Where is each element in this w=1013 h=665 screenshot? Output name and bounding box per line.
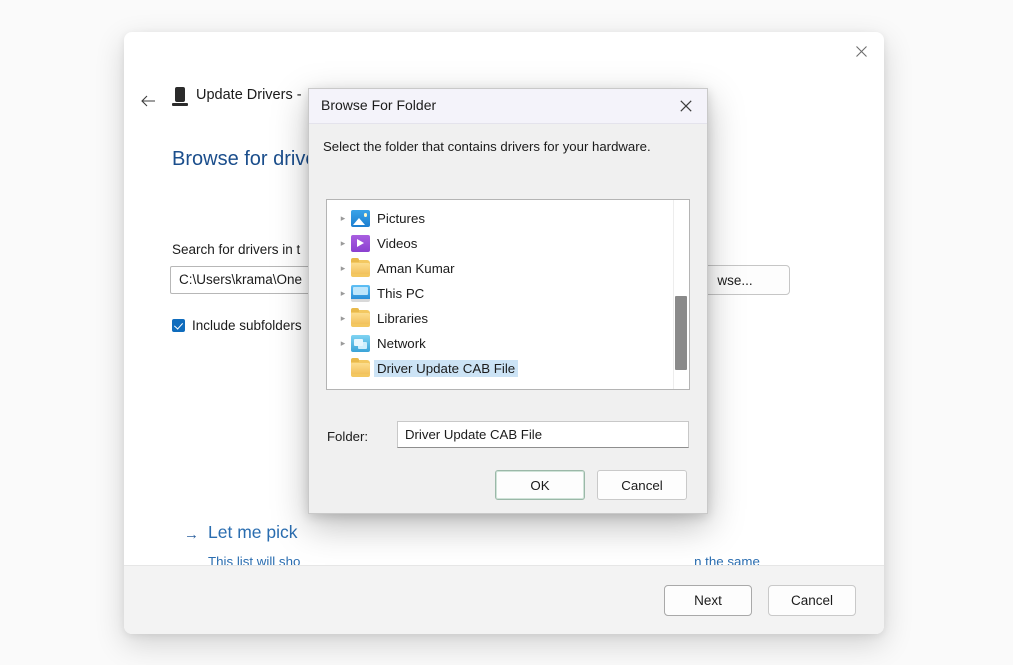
chevron-right-icon[interactable]: ▸ [335,288,351,299]
this-pc-icon [351,285,370,302]
tree-item-label: Driver Update CAB File [374,360,519,377]
back-arrow-icon[interactable] [135,88,161,114]
close-icon[interactable] [838,32,884,70]
browse-heading: Browse for drive [172,148,317,170]
close-icon[interactable] [665,89,707,122]
tree-item-label: Videos [377,236,418,251]
window-titlebar [124,32,884,76]
folder-icon [351,307,370,327]
tree-scrollbar[interactable] [673,200,689,389]
chevron-right-icon[interactable]: ▸ [335,213,351,224]
videos-icon [351,235,370,252]
include-subfolders-row[interactable]: Include subfolders [172,318,302,333]
include-subfolders-label: Include subfolders [192,318,302,333]
let-me-pick-title[interactable]: Let me pick [208,522,297,543]
dialog-cancel-button[interactable]: Cancel [597,470,687,500]
folder-icon [351,357,370,377]
include-subfolders-checkbox[interactable] [172,319,185,332]
pictures-icon [351,210,370,227]
tree-item-this-pc[interactable]: ▸ This PC [327,281,689,306]
folder-icon [351,257,370,277]
tree-item-pictures[interactable]: ▸ Pictures [327,206,689,231]
dialog-title: Browse For Folder [321,97,437,113]
chevron-right-icon[interactable]: ▸ [335,313,351,324]
chevron-right-icon[interactable]: ▸ [335,238,351,249]
arrow-right-icon: → [184,526,199,543]
tree-item-libraries[interactable]: ▸ Libraries [327,306,689,331]
tree-item-aman-kumar[interactable]: ▸ Aman Kumar [327,256,689,281]
tree-item-label: Libraries [377,311,428,326]
tree-item-videos[interactable]: ▸ Videos [327,231,689,256]
page-title: Update Drivers - [196,87,302,103]
search-location-label: Search for drivers in t [172,242,301,257]
folder-field-label: Folder: [327,429,369,444]
dialog-titlebar: Browse For Folder [309,89,707,124]
chevron-right-icon[interactable]: ▸ [335,338,351,349]
cancel-button[interactable]: Cancel [768,585,856,616]
network-icon [351,335,370,352]
screen: Update Drivers - Browse for drive Search… [0,0,1013,665]
tree-item-network[interactable]: ▸ Network [327,331,689,356]
folder-tree-list: ▸ Pictures ▸ Videos ▸ Aman Kumar ▸ This … [327,206,689,381]
tree-item-label: Pictures [377,211,426,226]
chevron-right-icon[interactable]: ▸ [335,263,351,274]
tree-item-label: Aman Kumar [377,261,455,276]
tree-item-label: This PC [377,286,425,301]
ok-button[interactable]: OK [495,470,585,500]
dialog-instruction: Select the folder that contains drivers … [323,139,651,154]
tree-item-driver-update-cab-file[interactable]: Driver Update CAB File [327,356,689,381]
browse-for-folder-dialog: Browse For Folder Select the folder that… [308,88,708,514]
wizard-footer: Next Cancel [124,565,884,634]
next-button[interactable]: Next [664,585,752,616]
folder-tree[interactable]: ▸ Pictures ▸ Videos ▸ Aman Kumar ▸ This … [326,199,690,390]
tree-item-label: Network [377,336,426,351]
device-icon [172,87,188,107]
tree-scrollbar-thumb[interactable] [675,296,687,370]
folder-name-input[interactable]: Driver Update CAB File [397,421,689,448]
